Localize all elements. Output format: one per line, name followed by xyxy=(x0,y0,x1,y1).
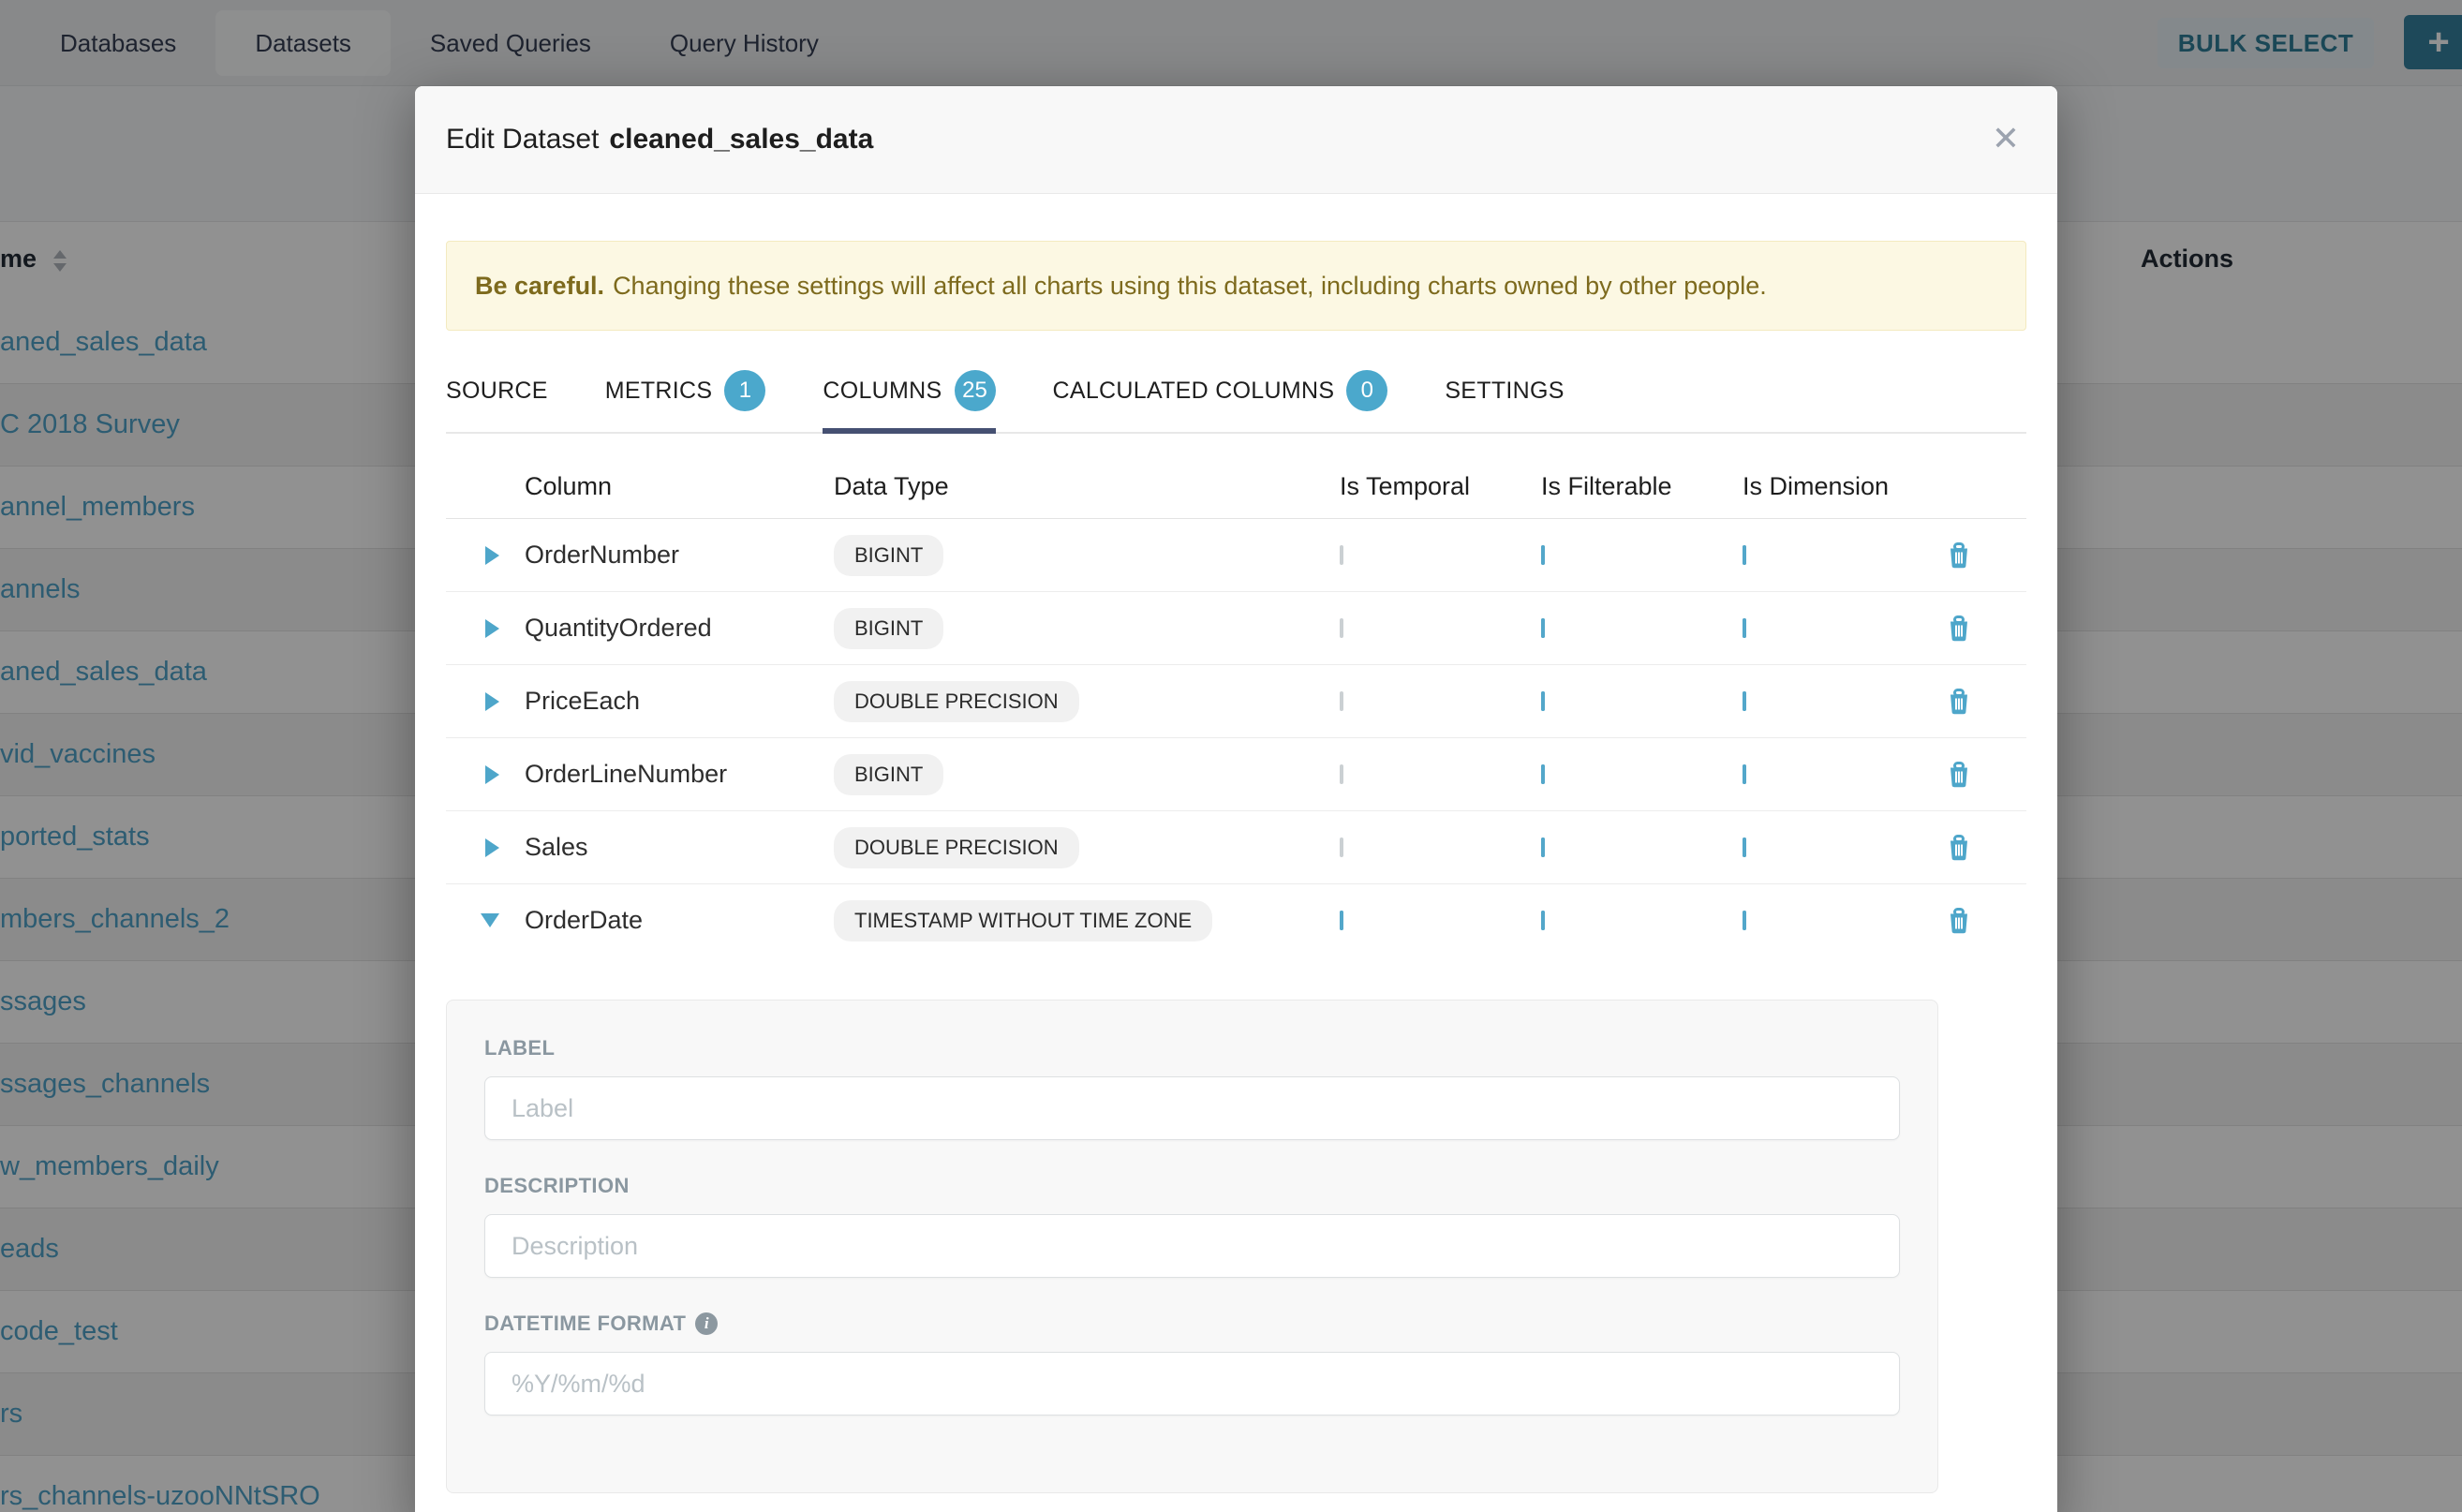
is-temporal-checkbox[interactable] xyxy=(1340,691,1343,711)
delete-column-button[interactable] xyxy=(1949,615,1969,642)
is-dimension-checkbox[interactable] xyxy=(1743,545,1746,565)
close-icon[interactable]: ✕ xyxy=(1992,122,2020,156)
column-name: QuantityOrdered xyxy=(525,614,834,643)
is-filterable-checkbox[interactable] xyxy=(1541,911,1545,930)
tab-label: CALCULATED COLUMNS xyxy=(1053,378,1335,405)
warning-text: Changing these settings will affect all … xyxy=(613,272,1767,301)
column-name: OrderNumber xyxy=(525,541,834,570)
tab-label: SOURCE xyxy=(446,378,548,405)
caret-right-icon[interactable] xyxy=(485,692,499,711)
column-name: PriceEach xyxy=(525,687,834,716)
trash-icon xyxy=(1949,835,1969,861)
data-type-pill: DOUBLE PRECISION xyxy=(834,681,1079,722)
is-filterable-checkbox[interactable] xyxy=(1541,838,1545,857)
is-temporal-checkbox[interactable] xyxy=(1340,618,1343,638)
tab-source[interactable]: SOURCE xyxy=(446,370,548,432)
delete-column-button[interactable] xyxy=(1949,762,1969,788)
delete-column-button[interactable] xyxy=(1949,689,1969,715)
edit-dataset-modal: Edit Dataset cleaned_sales_data ✕ Be care… xyxy=(415,86,2057,1512)
column-header-is-dimension: Is Dimension xyxy=(1743,472,1949,501)
column-row-priceeach: PriceEachDOUBLE PRECISION xyxy=(446,664,2026,737)
column-row-quantityordered: QuantityOrderedBIGINT xyxy=(446,591,2026,664)
is-temporal-checkbox[interactable] xyxy=(1340,764,1343,784)
description-field-group: DESCRIPTION xyxy=(484,1174,1900,1278)
caret-right-icon[interactable] xyxy=(485,619,499,638)
tab-count-badge: 25 xyxy=(955,370,996,411)
tab-metrics[interactable]: METRICS 1 xyxy=(605,370,766,432)
tab-count-badge: 0 xyxy=(1346,370,1387,411)
column-name: OrderLineNumber xyxy=(525,760,834,789)
column-header-data-type: Data Type xyxy=(834,472,1340,501)
data-type-pill: BIGINT xyxy=(834,608,943,649)
data-type-pill: BIGINT xyxy=(834,754,943,795)
modal-tabs: SOURCE METRICS 1 COLUMNS 25 CALCULATED COLUMN… xyxy=(446,370,2026,434)
column-name: OrderDate xyxy=(525,906,834,935)
is-temporal-checkbox[interactable] xyxy=(1340,911,1343,930)
caret-down-icon[interactable] xyxy=(481,913,499,927)
tab-settings[interactable]: SETTINGS xyxy=(1445,370,1564,432)
delete-column-button[interactable] xyxy=(1949,908,1969,934)
tab-count-badge: 1 xyxy=(724,370,765,411)
trash-icon xyxy=(1949,762,1969,788)
caret-right-icon[interactable] xyxy=(485,546,499,565)
is-filterable-checkbox[interactable] xyxy=(1541,545,1545,565)
warning-banner: Be careful. Changing these settings will… xyxy=(446,241,2026,331)
is-dimension-checkbox[interactable] xyxy=(1743,838,1746,857)
caret-right-icon[interactable] xyxy=(485,838,499,857)
modal-title-prefix: Edit Dataset xyxy=(446,124,599,155)
trash-icon xyxy=(1949,615,1969,642)
label-field-group: LABEL xyxy=(484,1036,1900,1140)
column-detail-panel: LABEL DESCRIPTION DATETIME FORMAT i xyxy=(446,1000,1938,1493)
is-dimension-checkbox[interactable] xyxy=(1743,691,1746,711)
columns-table-header: Column Data Type Is Temporal Is Filterab… xyxy=(446,454,2026,518)
delete-column-button[interactable] xyxy=(1949,542,1969,569)
data-type-pill: DOUBLE PRECISION xyxy=(834,827,1079,868)
tab-label: SETTINGS xyxy=(1445,378,1564,405)
tab-label: COLUMNS xyxy=(823,378,942,405)
column-row-orderdate: OrderDateTIMESTAMP WITHOUT TIME ZONE xyxy=(446,883,2026,956)
column-header-is-filterable: Is Filterable xyxy=(1541,472,1743,501)
datetime-format-input[interactable] xyxy=(484,1352,1900,1416)
is-dimension-checkbox[interactable] xyxy=(1743,618,1746,638)
column-name: Sales xyxy=(525,833,834,862)
is-temporal-checkbox[interactable] xyxy=(1340,545,1343,565)
modal-title-dataset-name: cleaned_sales_data xyxy=(609,124,873,155)
column-row-sales: SalesDOUBLE PRECISION xyxy=(446,810,2026,883)
data-type-pill: BIGINT xyxy=(834,535,943,576)
modal-body: Be careful. Changing these settings will… xyxy=(415,241,2057,1493)
is-dimension-checkbox[interactable] xyxy=(1743,911,1746,930)
trash-icon xyxy=(1949,542,1969,569)
data-type-pill: TIMESTAMP WITHOUT TIME ZONE xyxy=(834,900,1212,941)
tab-calculated-columns[interactable]: CALCULATED COLUMNS 0 xyxy=(1053,370,1388,432)
column-header-is-temporal: Is Temporal xyxy=(1340,472,1541,501)
label-field-label: LABEL xyxy=(484,1036,1900,1060)
description-field-label: DESCRIPTION xyxy=(484,1174,1900,1198)
info-icon[interactable]: i xyxy=(695,1312,718,1335)
trash-icon xyxy=(1949,908,1969,934)
column-row-orderlinenumber: OrderLineNumberBIGINT xyxy=(446,737,2026,810)
column-row-ordernumber: OrderNumberBIGINT xyxy=(446,518,2026,591)
modal-header: Edit Dataset cleaned_sales_data ✕ xyxy=(415,86,2057,194)
is-filterable-checkbox[interactable] xyxy=(1541,764,1545,784)
delete-column-button[interactable] xyxy=(1949,835,1969,861)
columns-table-rows: OrderNumberBIGINT QuantityOrderedBIGINT … xyxy=(446,518,2026,956)
tab-label: METRICS xyxy=(605,378,713,405)
description-input[interactable] xyxy=(484,1214,1900,1278)
is-dimension-checkbox[interactable] xyxy=(1743,764,1746,784)
modal-title: Edit Dataset cleaned_sales_data xyxy=(446,124,873,156)
datetime-format-field-label: DATETIME FORMAT i xyxy=(484,1312,1900,1336)
column-header-column: Column xyxy=(525,472,834,501)
trash-icon xyxy=(1949,689,1969,715)
is-temporal-checkbox[interactable] xyxy=(1340,838,1343,857)
datetime-format-field-group: DATETIME FORMAT i xyxy=(484,1312,1900,1416)
is-filterable-checkbox[interactable] xyxy=(1541,618,1545,638)
caret-right-icon[interactable] xyxy=(485,765,499,784)
label-input[interactable] xyxy=(484,1076,1900,1140)
warning-bold-text: Be careful. xyxy=(475,272,604,301)
tab-columns[interactable]: COLUMNS 25 xyxy=(823,370,995,432)
is-filterable-checkbox[interactable] xyxy=(1541,691,1545,711)
